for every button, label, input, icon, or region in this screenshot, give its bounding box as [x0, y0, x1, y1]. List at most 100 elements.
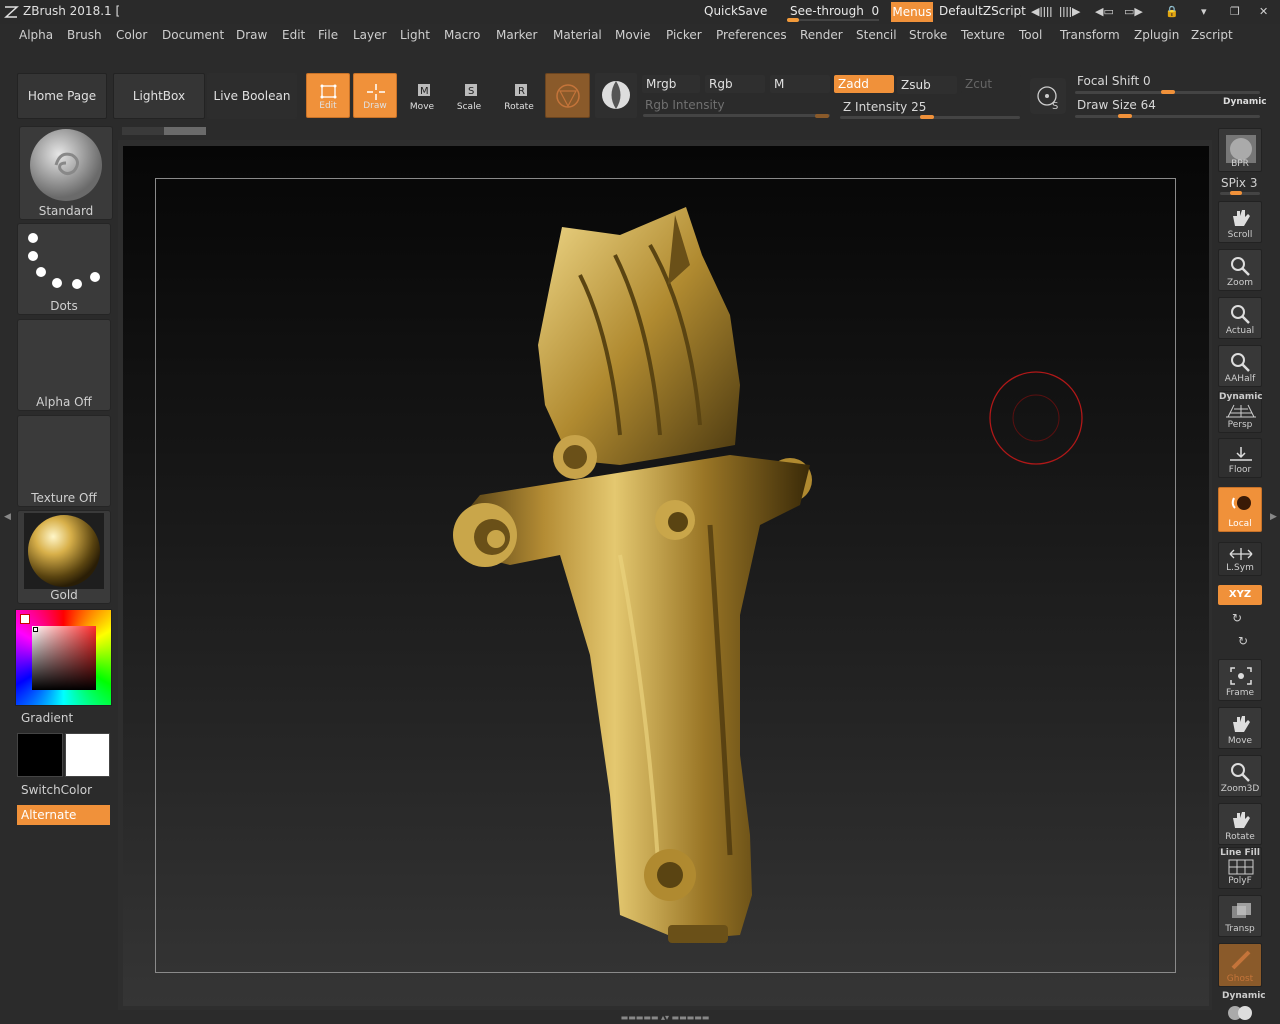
rgb-intensity-slider[interactable]: [643, 114, 830, 117]
home-page-button[interactable]: Home Page: [17, 73, 107, 119]
see-through-knob[interactable]: [787, 18, 799, 22]
alpha-slot[interactable]: Alpha Off: [17, 319, 111, 411]
solo-spheres-icon[interactable]: [1226, 1003, 1254, 1021]
maximize-icon[interactable]: ❐: [1230, 5, 1240, 19]
m-button[interactable]: M: [770, 75, 830, 93]
xyz-button[interactable]: XYZ: [1218, 585, 1262, 605]
default-zscript-button[interactable]: DefaultZScript: [939, 4, 1026, 18]
move-mode-button[interactable]: M Move: [400, 73, 444, 118]
menu-picker[interactable]: Picker: [666, 28, 702, 42]
gold-furniture-leg-model[interactable]: [440, 195, 830, 955]
aahalf-button[interactable]: AAHalf: [1218, 345, 1262, 387]
menu-marker[interactable]: Marker: [496, 28, 537, 42]
rotate-view-button[interactable]: Rotate: [1218, 803, 1262, 845]
lsym-button[interactable]: L.Sym: [1218, 542, 1262, 576]
ghost-button[interactable]: Ghost: [1218, 943, 1262, 987]
secondary-color-swatch-large[interactable]: [65, 733, 110, 777]
menu-light[interactable]: Light: [400, 28, 430, 42]
lazy-mouse-button[interactable]: S: [1030, 78, 1066, 114]
saturation-square[interactable]: [32, 626, 96, 690]
menu-tool[interactable]: Tool: [1019, 28, 1042, 42]
menu-preferences[interactable]: Preferences: [716, 28, 787, 42]
menu-movie[interactable]: Movie: [615, 28, 651, 42]
stroke-slot[interactable]: Dots: [17, 223, 111, 315]
color-picker[interactable]: [15, 609, 112, 706]
scale-mode-button[interactable]: S Scale: [447, 73, 491, 118]
material-slot[interactable]: Gold: [17, 510, 111, 604]
menu-draw[interactable]: Draw: [236, 28, 267, 42]
see-through-slider[interactable]: See-through 0: [783, 2, 883, 22]
lock-icon[interactable]: 🔒: [1165, 5, 1179, 19]
rgb-intensity-knob[interactable]: [815, 114, 829, 118]
menu-brush[interactable]: Brush: [67, 28, 102, 42]
mrgb-button[interactable]: Mrgb: [642, 75, 700, 93]
menu-render[interactable]: Render: [800, 28, 843, 42]
menu-transform[interactable]: Transform: [1060, 28, 1120, 42]
menu-document[interactable]: Document: [162, 28, 224, 42]
frame-button[interactable]: Frame: [1218, 659, 1262, 701]
zadd-button[interactable]: Zadd: [834, 75, 894, 93]
scroll-button[interactable]: Scroll: [1218, 201, 1262, 243]
minimize-icon[interactable]: ▾: [1201, 5, 1207, 19]
focal-shift-knob[interactable]: [1161, 90, 1175, 94]
ui-size-increase-icon[interactable]: ǀǀǀǀ▶: [1059, 5, 1080, 19]
menu-layer[interactable]: Layer: [353, 28, 386, 42]
rotate-y-icon[interactable]: ↻: [1232, 611, 1242, 625]
menu-zplugin[interactable]: Zplugin: [1134, 28, 1179, 42]
menu-stencil[interactable]: Stencil: [856, 28, 897, 42]
menu-zscript[interactable]: Zscript: [1191, 28, 1233, 42]
menus-toggle-button[interactable]: Menus: [891, 2, 933, 22]
menu-material[interactable]: Material: [553, 28, 602, 42]
zoom-button[interactable]: Zoom: [1218, 249, 1262, 291]
texture-slot[interactable]: Texture Off: [17, 415, 111, 507]
bottom-tray-handle-icon[interactable]: ▬▬▬▬▬ ▴▾ ▬▬▬▬▬: [600, 1013, 730, 1022]
rotate-z-icon[interactable]: ↻: [1238, 634, 1248, 648]
rgb-button[interactable]: Rgb: [705, 75, 765, 93]
transp-button[interactable]: Transp: [1218, 895, 1262, 937]
sculptris-pro-button[interactable]: [545, 73, 590, 118]
zoom3d-button[interactable]: Zoom3D: [1218, 755, 1262, 797]
zcut-button[interactable]: Zcut: [961, 75, 1021, 93]
spix-knob[interactable]: [1230, 191, 1242, 195]
local-button[interactable]: Local: [1218, 487, 1262, 532]
live-boolean-button[interactable]: Live Boolean: [207, 73, 297, 119]
draw-size-slider[interactable]: [1075, 115, 1260, 118]
lightbox-button[interactable]: LightBox: [113, 73, 205, 119]
main-color-swatch[interactable]: [17, 733, 63, 777]
actual-button[interactable]: Actual: [1218, 297, 1262, 339]
alternate-button[interactable]: Alternate: [17, 805, 110, 825]
quicksave-button[interactable]: QuickSave: [704, 4, 767, 18]
menu-stroke[interactable]: Stroke: [909, 28, 947, 42]
color-cursor[interactable]: [33, 627, 38, 632]
menu-macro[interactable]: Macro: [444, 28, 480, 42]
menu-color[interactable]: Color: [116, 28, 147, 42]
canvas-scroll-tab[interactable]: [122, 127, 206, 135]
canvas-scroll-thumb[interactable]: [164, 127, 206, 135]
draw-size-knob[interactable]: [1118, 114, 1132, 118]
material-sphere-button[interactable]: [595, 73, 637, 118]
polyf-button[interactable]: Line Fill PolyF: [1218, 847, 1262, 889]
zsub-button[interactable]: Zsub: [897, 76, 957, 94]
gradient-label[interactable]: Gradient: [21, 711, 73, 725]
secondary-color-swatch[interactable]: [20, 614, 30, 624]
switch-color-button[interactable]: SwitchColor: [21, 783, 92, 797]
close-icon[interactable]: ✕: [1259, 5, 1268, 19]
layout-prev-icon[interactable]: ◀▭: [1095, 5, 1114, 19]
rotate-mode-button[interactable]: R Rotate: [497, 73, 541, 118]
menu-edit[interactable]: Edit: [282, 28, 305, 42]
z-intensity-knob[interactable]: [920, 115, 934, 119]
draw-mode-button[interactable]: Draw: [353, 73, 397, 118]
layout-next-icon[interactable]: ▭▶: [1124, 5, 1143, 19]
dynamic-toggle[interactable]: Dynamic: [1223, 97, 1267, 107]
menu-file[interactable]: File: [318, 28, 338, 42]
edit-mode-button[interactable]: Edit: [306, 73, 350, 118]
persp-button[interactable]: Dynamic Persp: [1218, 391, 1263, 433]
brush-slot[interactable]: Standard: [19, 126, 113, 220]
bpr-button[interactable]: BPR: [1218, 128, 1262, 172]
left-tray-expand-icon[interactable]: ◀: [4, 512, 11, 528]
menu-alpha[interactable]: Alpha: [19, 28, 53, 42]
ui-size-decrease-icon[interactable]: ◀ǀǀǀǀ: [1031, 5, 1052, 19]
floor-button[interactable]: Floor: [1218, 438, 1262, 478]
menu-texture[interactable]: Texture: [961, 28, 1005, 42]
right-tray-expand-icon[interactable]: ▶: [1270, 512, 1278, 528]
